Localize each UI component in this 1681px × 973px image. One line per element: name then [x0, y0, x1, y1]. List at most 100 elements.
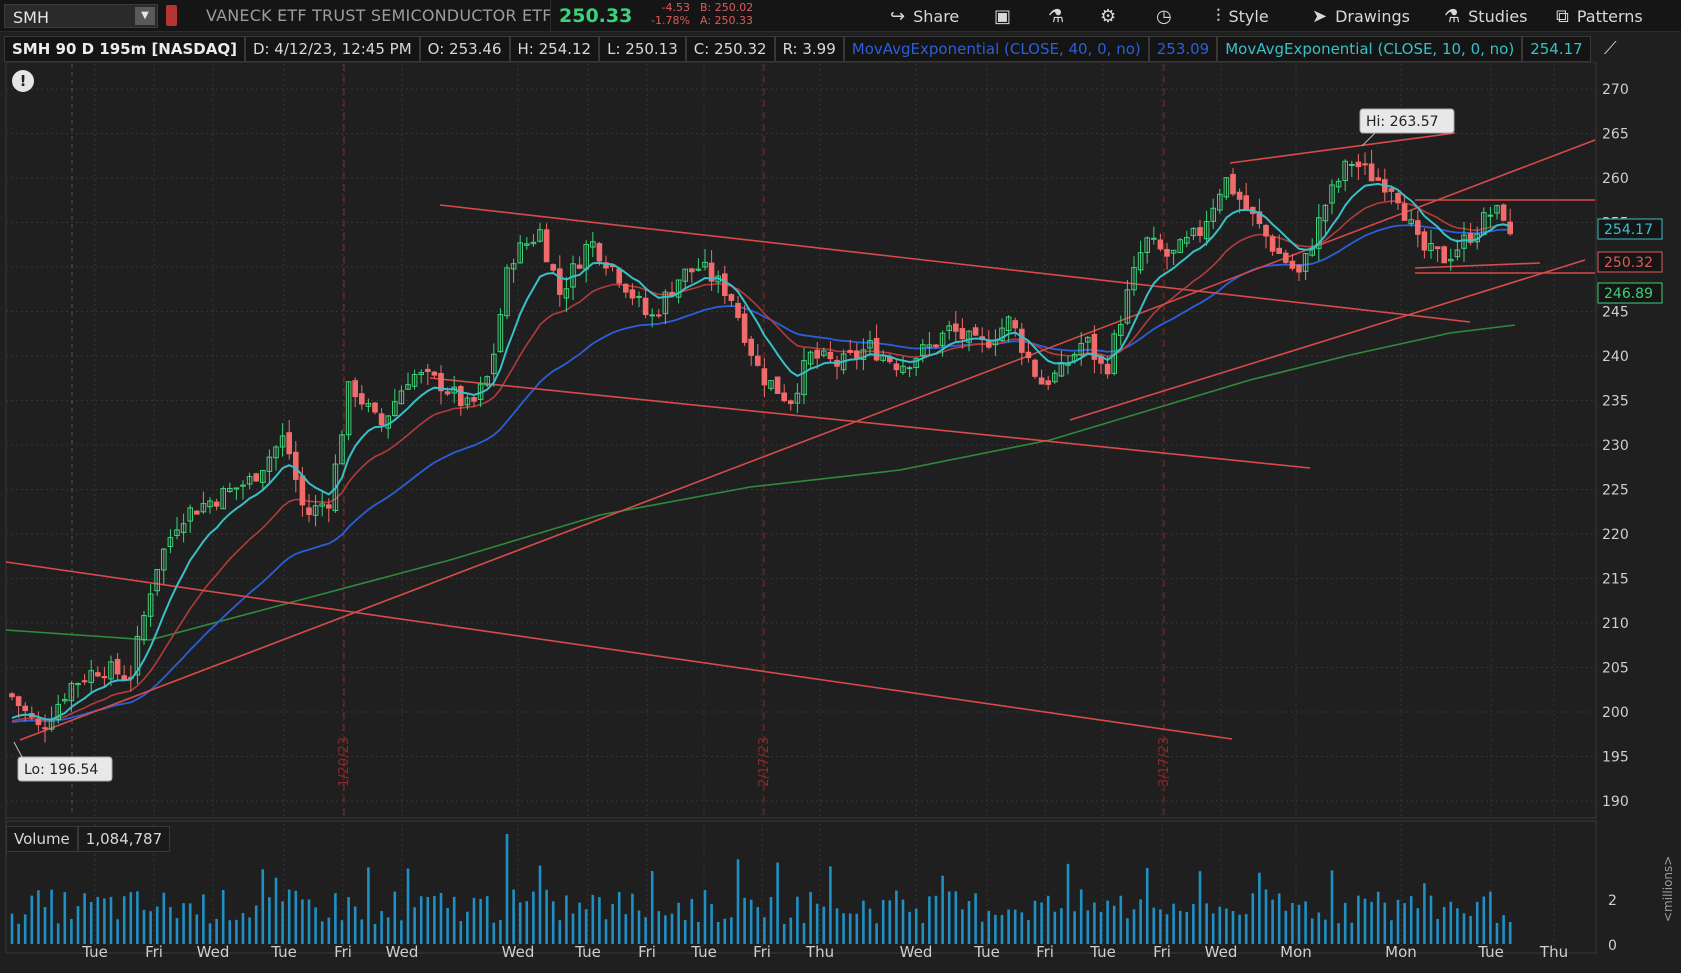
volume-bar [314, 907, 317, 944]
volume-bar [307, 899, 311, 944]
candle-body [1019, 328, 1025, 353]
volume-bar [182, 903, 185, 944]
month-marker-label: 1/20/23 [337, 737, 352, 787]
time-button[interactable]: ◷ [1156, 4, 1172, 28]
candle-body [636, 295, 642, 298]
volume-bar [604, 919, 608, 944]
drawing-tool-icon[interactable]: ⟋ [1604, 38, 1617, 59]
chevron-down-icon[interactable]: ▼ [135, 7, 155, 25]
volume-bar [367, 867, 370, 944]
candle-body [1500, 204, 1507, 221]
candle-body [194, 510, 200, 515]
volume-bar [446, 908, 449, 944]
patterns-button[interactable]: ⧉ Patterns [1556, 4, 1643, 28]
candle-body [629, 289, 636, 299]
volume-bar [1099, 911, 1103, 944]
volume-bar [657, 911, 661, 944]
y-axis-tick-label: 190 [1602, 794, 1629, 810]
price-panel [5, 61, 1597, 819]
candle-body [253, 473, 259, 482]
volume-bar [1436, 918, 1439, 944]
candle-body [1441, 246, 1448, 264]
volume-bar [954, 891, 958, 944]
ema40-label[interactable]: MovAvgExponential (CLOSE, 40, 0, no) [843, 36, 1149, 62]
share-button[interactable]: ↪ Share [890, 4, 959, 28]
bar-high: H: 254.12 [509, 36, 600, 62]
candle-body [1415, 220, 1421, 235]
volume-bar [1284, 910, 1288, 944]
x-axis-tick-label: Wed [197, 943, 230, 961]
y-axis-tick-label: 235 [1602, 394, 1629, 410]
volume-bar [1383, 902, 1387, 944]
volume-bar [525, 901, 529, 944]
volume-bar [815, 903, 819, 944]
candle-body [847, 350, 854, 353]
candle-body [1362, 163, 1368, 166]
volume-bar [1390, 920, 1393, 944]
volume-header: Volume 1,084,787 [6, 826, 171, 852]
ema10-label[interactable]: MovAvgExponential (CLOSE, 10, 0, no) [1217, 36, 1523, 62]
style-button[interactable]: ⫶ Style [1216, 4, 1269, 28]
candle-body [1421, 231, 1428, 251]
volume-bar [1475, 901, 1479, 944]
volume-bar [644, 917, 647, 944]
volume-bar [782, 923, 786, 944]
volume-bar [228, 920, 232, 944]
volume-bar [690, 898, 694, 944]
volume-bar [934, 895, 938, 944]
chart-settings-button[interactable]: ▣ [994, 4, 1011, 28]
share-label: Share [913, 6, 960, 26]
volume-tick-label: 0 [1608, 938, 1617, 954]
volume-bar [650, 871, 654, 944]
candle-body [15, 696, 22, 707]
price-chart-svg[interactable]: Tue Fri Wed Tue Fri Wed Wed Tue Fri Tue Fri Thu Wed T… [0, 61, 1681, 973]
volume-bar [1449, 901, 1453, 944]
drawings-label: Drawings [1335, 6, 1410, 26]
share-icon: ↪ [890, 5, 906, 27]
volume-bar [347, 897, 350, 944]
symbol-selector[interactable]: SMH ▼ [4, 4, 158, 28]
volume-bar [281, 901, 284, 944]
volume-bar [235, 919, 238, 944]
studies-button[interactable]: ⚗ Studies [1444, 4, 1528, 28]
volume-bar [591, 894, 595, 944]
alert-icon[interactable]: ! [12, 70, 34, 92]
candle-body [893, 363, 900, 371]
volume-bar [967, 901, 971, 944]
volume-bar [848, 913, 852, 944]
volume-label: Volume [6, 826, 78, 852]
volume-bar [565, 895, 568, 944]
volume-bar [1456, 908, 1459, 944]
volume-bar [710, 904, 713, 944]
volume-bar [941, 875, 944, 944]
volume-bar [169, 907, 172, 944]
candle-body [431, 371, 438, 376]
candle-body [1375, 177, 1382, 181]
volume-bar [63, 892, 67, 944]
volume-bar [1370, 901, 1373, 944]
volume-bar [578, 902, 581, 944]
candle-body [557, 268, 563, 295]
volume-bar [188, 903, 192, 944]
candle-body [972, 327, 979, 336]
volume-bar [466, 911, 469, 944]
volume-bar [835, 908, 839, 944]
studies-lab-button[interactable]: ⚗ [1048, 4, 1064, 28]
candle-body [1368, 163, 1375, 182]
candle-body [42, 727, 48, 730]
settings-button[interactable]: ⚙ [1100, 4, 1116, 28]
candle-body [213, 501, 220, 507]
candle-body [35, 718, 42, 726]
volume-bar [1192, 904, 1195, 944]
candle-body [596, 243, 603, 262]
candle-body [286, 432, 292, 455]
bar-date: D: 4/12/23, 12:45 PM [244, 36, 420, 62]
volume-bar [1238, 914, 1241, 944]
drawings-button[interactable]: ➤ Drawings [1312, 4, 1410, 28]
volume-bar [1376, 891, 1380, 944]
volume-bar [881, 899, 885, 944]
x-axis-tick-label: Wed [900, 943, 933, 961]
volume-bar [1277, 893, 1281, 944]
symbol-flag-icon[interactable] [166, 5, 177, 26]
chart-area[interactable]: Tue Fri Wed Tue Fri Wed Wed Tue Fri Tue Fri Thu Wed T… [0, 61, 1681, 973]
